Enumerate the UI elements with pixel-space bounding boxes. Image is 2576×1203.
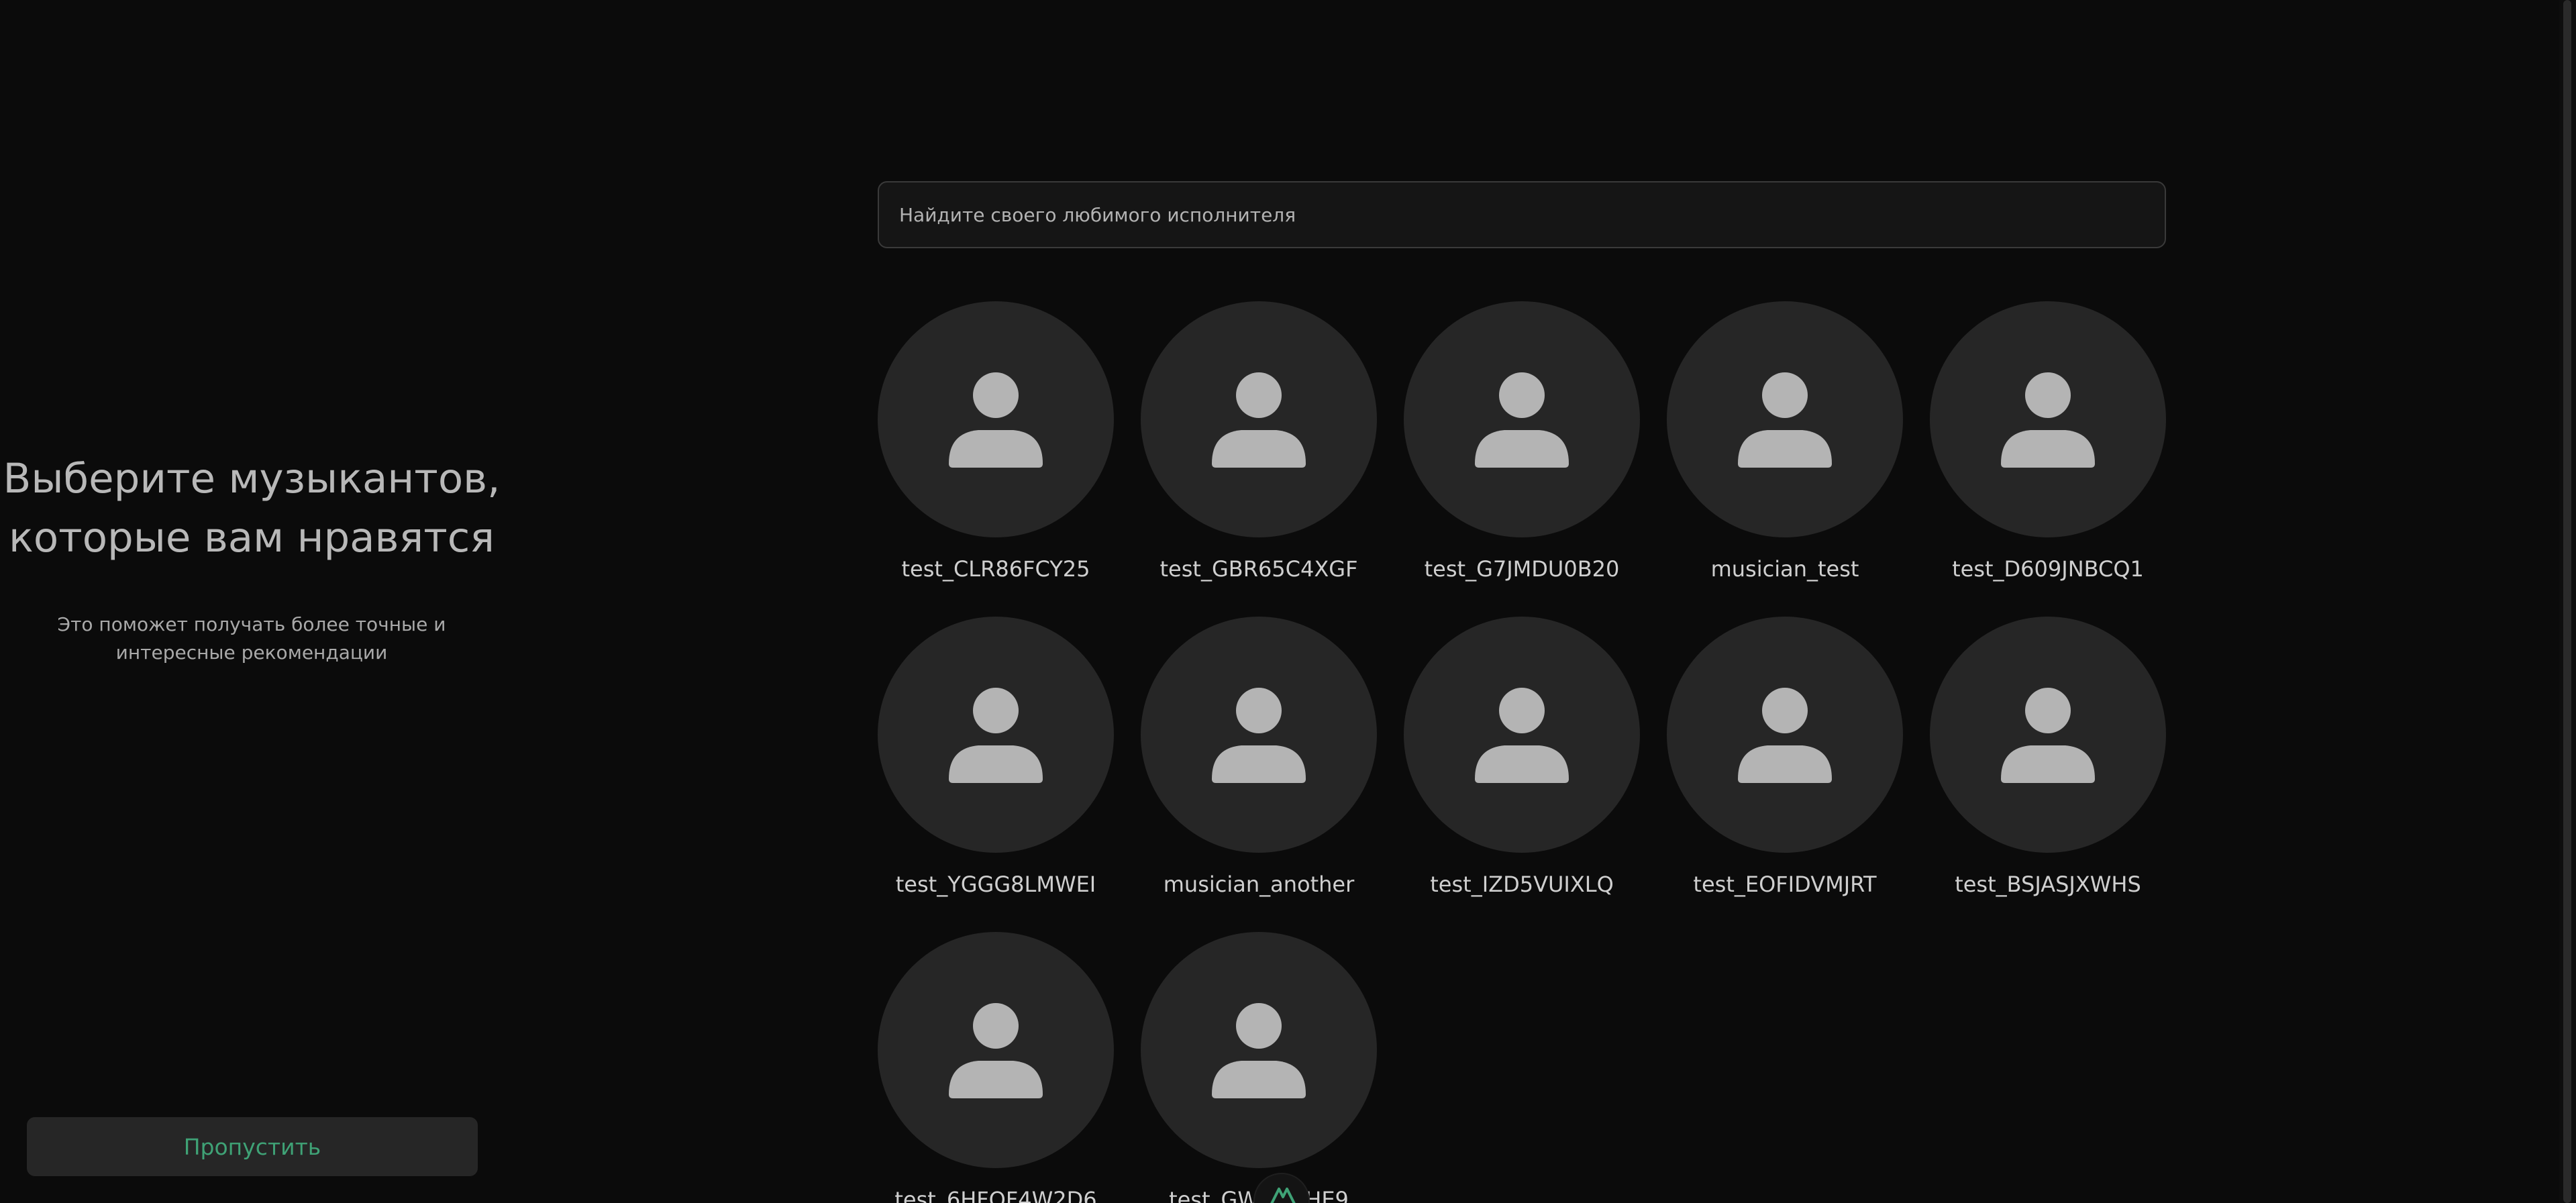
user-icon <box>1212 372 1306 468</box>
musician-card[interactable]: musician_another <box>1141 617 1377 897</box>
musician-card[interactable]: test_GBR65C4XGF <box>1141 301 1377 582</box>
musician-card[interactable]: test_CLR86FCY25 <box>878 301 1114 582</box>
user-icon <box>949 688 1043 783</box>
user-icon <box>1738 372 1832 468</box>
page-title-line-2: которые вам нравятся <box>9 514 495 562</box>
musician-card[interactable]: test_6HFQF4W2D6 <box>878 932 1114 1203</box>
onboarding-page: Выберите музыкантов, которые вам нравятс… <box>0 0 2576 1203</box>
avatar[interactable] <box>878 932 1114 1168</box>
user-icon <box>1475 372 1569 468</box>
user-icon <box>1212 1003 1306 1098</box>
user-icon <box>1738 688 1832 783</box>
logo-badge[interactable] <box>1253 1173 1310 1203</box>
user-icon <box>2001 372 2095 468</box>
musician-name: test_CLR86FCY25 <box>901 556 1090 582</box>
avatar[interactable] <box>1404 617 1640 853</box>
avatar[interactable] <box>1930 301 2166 537</box>
page-title-line-1: Выберите музыкантов, <box>3 455 501 503</box>
musician-name: musician_test <box>1710 556 1859 582</box>
musician-name: test_EOFIDVMJRT <box>1693 872 1877 897</box>
musician-name: test_D609JNBCQ1 <box>1952 556 2144 582</box>
musician-grid: test_CLR86FCY25 test_GBR65C4XGF test_G7JMD… <box>878 301 2166 1203</box>
musician-name: musician_another <box>1163 872 1355 897</box>
page-subtitle: Это поможет получать более точные и инте… <box>0 611 503 667</box>
musician-name: test_BSJASJXWHS <box>1955 872 2141 897</box>
musician-name: test_IZD5VUIXLQ <box>1430 872 1614 897</box>
musician-card[interactable]: test_G7JMDU0B20 <box>1404 301 1640 582</box>
avatar[interactable] <box>1930 617 2166 853</box>
musician-card[interactable]: test_YGGG8LMWEI <box>878 617 1114 897</box>
avatar[interactable] <box>878 301 1114 537</box>
page-subtitle-line-2: интересные рекомендации <box>115 641 388 664</box>
scrollbar-thumb[interactable] <box>2563 0 2571 1203</box>
skip-button[interactable]: Пропустить <box>27 1117 478 1176</box>
search-input[interactable] <box>879 182 2165 247</box>
page-subtitle-line-1: Это поможет получать более точные и <box>57 613 446 635</box>
musician-card[interactable]: musician_test <box>1667 301 1903 582</box>
musician-card[interactable]: test_D609JNBCQ1 <box>1930 301 2166 582</box>
user-icon <box>2001 688 2095 783</box>
avatar[interactable] <box>1141 301 1377 537</box>
avatar[interactable] <box>878 617 1114 853</box>
avatar[interactable] <box>1667 301 1903 537</box>
page-title: Выберите музыкантов, которые вам нравятс… <box>0 450 503 568</box>
user-icon <box>949 372 1043 468</box>
search-box <box>878 181 2166 248</box>
user-icon <box>949 1003 1043 1098</box>
avatar[interactable] <box>1141 932 1377 1168</box>
musician-card[interactable]: test_IZD5VUIXLQ <box>1404 617 1640 897</box>
musician-card[interactable]: test_GW1...FHE9 <box>1141 932 1377 1203</box>
musician-name: test_YGGG8LMWEI <box>895 872 1096 897</box>
user-icon <box>1475 688 1569 783</box>
logo-icon <box>1270 1188 1296 1203</box>
musician-name: test_GBR65C4XGF <box>1160 556 1358 582</box>
musician-name: test_G7JMDU0B20 <box>1424 556 1620 582</box>
musician-card[interactable]: test_EOFIDVMJRT <box>1667 617 1903 897</box>
avatar[interactable] <box>1667 617 1903 853</box>
page-scrollbar[interactable] <box>2559 0 2576 1203</box>
musician-card[interactable]: test_BSJASJXWHS <box>1930 617 2166 897</box>
avatar[interactable] <box>1141 617 1377 853</box>
left-panel: Выберите музыкантов, которые вам нравятс… <box>0 0 503 1203</box>
user-icon <box>1212 688 1306 783</box>
musician-name: test_6HFQF4W2D6 <box>894 1187 1097 1203</box>
avatar[interactable] <box>1404 301 1640 537</box>
